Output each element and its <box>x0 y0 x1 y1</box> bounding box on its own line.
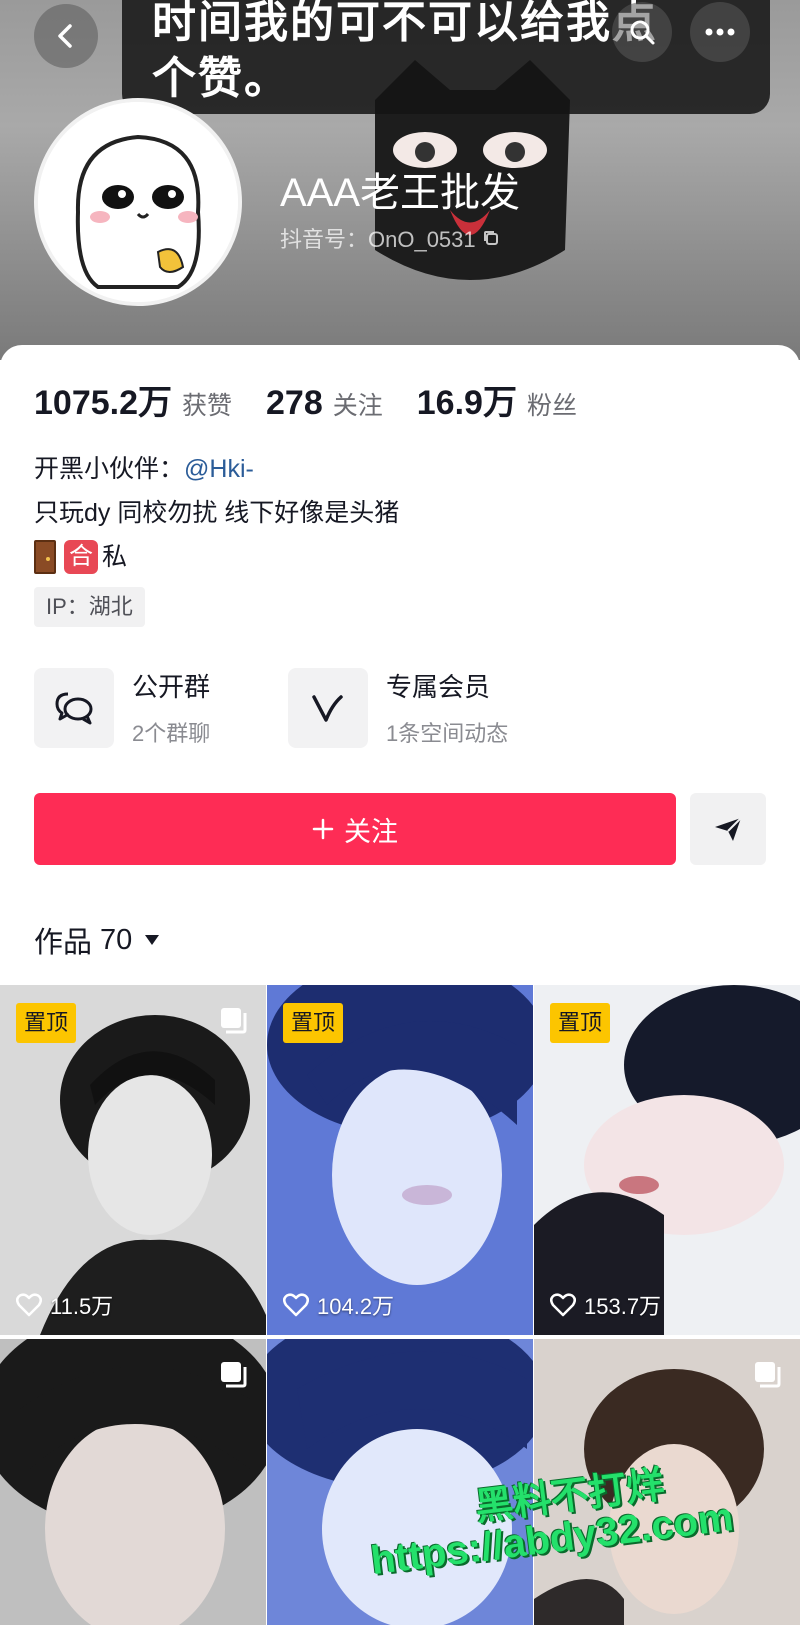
multi-image-icon <box>221 1008 247 1034</box>
v-member-icon <box>312 694 343 722</box>
avatar[interactable] <box>34 98 242 306</box>
more-options-button[interactable] <box>690 2 750 62</box>
caret-down-icon <box>145 935 160 945</box>
ip-location-tag: IP：湖北 <box>34 587 145 627</box>
bio-line-3-text: 私 <box>102 543 128 571</box>
caption-line-2: 个赞。 <box>152 54 290 103</box>
video-tile[interactable]: 置顶 153.7万 <box>534 985 800 1335</box>
bio-prefix: 开黑小伙伴： <box>34 455 185 483</box>
chevron-left-icon <box>58 24 72 48</box>
stat-followers-value: 16.9万 <box>416 384 517 422</box>
stat-likes-label: 获赞 <box>182 392 233 420</box>
heart-icon <box>550 1293 576 1317</box>
like-count: 104.2万 <box>283 1289 394 1321</box>
account-id[interactable]: 抖音号：OnO_0531 <box>280 222 500 254</box>
like-count-text: 153.7万 <box>584 1294 662 1319</box>
display-name: AAA老王批发 <box>280 171 521 215</box>
member-icon-box <box>288 667 368 748</box>
multi-image-icon <box>755 1362 781 1388</box>
video-tile[interactable]: 置顶 104.2万 <box>267 985 533 1335</box>
stat-followers[interactable]: 16.9万 粉丝 <box>417 375 577 424</box>
stat-followers-label: 粉丝 <box>526 392 577 420</box>
bio-line-2: 只玩dy 同校勿扰 线下好像是头猪 <box>34 499 400 527</box>
member-subtitle: 1条空间动态 <box>386 721 509 746</box>
works-tab[interactable]: 作品 70 <box>34 919 160 961</box>
avatar-image <box>38 102 238 302</box>
pinned-badge: 置顶 <box>283 1003 344 1043</box>
follow-button[interactable]: 关注 <box>34 793 676 865</box>
follow-button-label: 关注 <box>344 816 398 847</box>
stats-row: 1075.2万 获赞 278 关注 16.9万 粉丝 <box>34 375 611 424</box>
banner-caption: 时间我的可不可以给我点 个赞。 <box>122 0 770 114</box>
video-tile[interactable] <box>0 1339 266 1625</box>
stat-likes[interactable]: 1075.2万 获赞 <box>34 375 232 424</box>
account-id-text: 抖音号：OnO_0531 <box>280 227 476 252</box>
like-count: 153.7万 <box>550 1289 661 1321</box>
stat-following-label: 关注 <box>332 392 383 420</box>
heart-icon <box>16 1293 42 1317</box>
bio-mention-link[interactable]: @Hki- <box>184 447 254 491</box>
video-tile[interactable]: 置顶 11.5万 <box>0 985 266 1335</box>
back-button[interactable] <box>34 4 98 68</box>
multi-image-icon <box>221 1362 247 1388</box>
chat-bubbles-icon <box>55 692 93 724</box>
works-tab-label: 作品 <box>34 927 93 959</box>
bio-line-3: 合 私 <box>34 535 399 579</box>
works-tab-count: 70 <box>100 923 133 956</box>
copy-icon[interactable] <box>482 229 500 247</box>
member-title: 专属会员 <box>386 672 491 702</box>
search-icon <box>630 20 655 45</box>
public-group-subtitle: 2个群聊 <box>132 721 211 746</box>
like-count-text: 104.2万 <box>317 1294 395 1319</box>
he-emoji-icon: 合 <box>64 540 98 574</box>
stat-following[interactable]: 278 关注 <box>266 384 383 423</box>
pinned-badge: 置顶 <box>16 1003 77 1043</box>
stat-following-value: 278 <box>266 384 323 422</box>
like-count-text: 11.5万 <box>50 1294 114 1319</box>
heart-icon <box>283 1293 309 1317</box>
exclusive-member-entry[interactable]: 专属会员 1条空间动态 <box>288 667 508 748</box>
bio-line-1: 开黑小伙伴： @Hki- <box>34 447 399 491</box>
more-dots-icon <box>705 28 735 36</box>
group-chat-icon-box <box>34 667 114 748</box>
public-group-entry[interactable]: 公开群 2个群聊 <box>34 667 210 748</box>
share-button[interactable] <box>690 793 766 865</box>
bio: 开黑小伙伴： @Hki- 只玩dy 同校勿扰 线下好像是头猪 合 私 <box>34 447 399 579</box>
like-count: 11.5万 <box>16 1289 113 1321</box>
search-button[interactable] <box>612 2 672 62</box>
pinned-badge: 置顶 <box>550 1003 611 1043</box>
plus-icon <box>312 818 334 840</box>
profile-banner: 时间我的可不可以给我点 个赞。 AAA老王批发 抖音号：OnO_0531 <box>0 0 800 360</box>
door-emoji-icon <box>34 540 56 574</box>
stat-likes-value: 1075.2万 <box>34 384 172 422</box>
public-group-title: 公开群 <box>132 672 211 702</box>
send-icon <box>715 817 742 841</box>
